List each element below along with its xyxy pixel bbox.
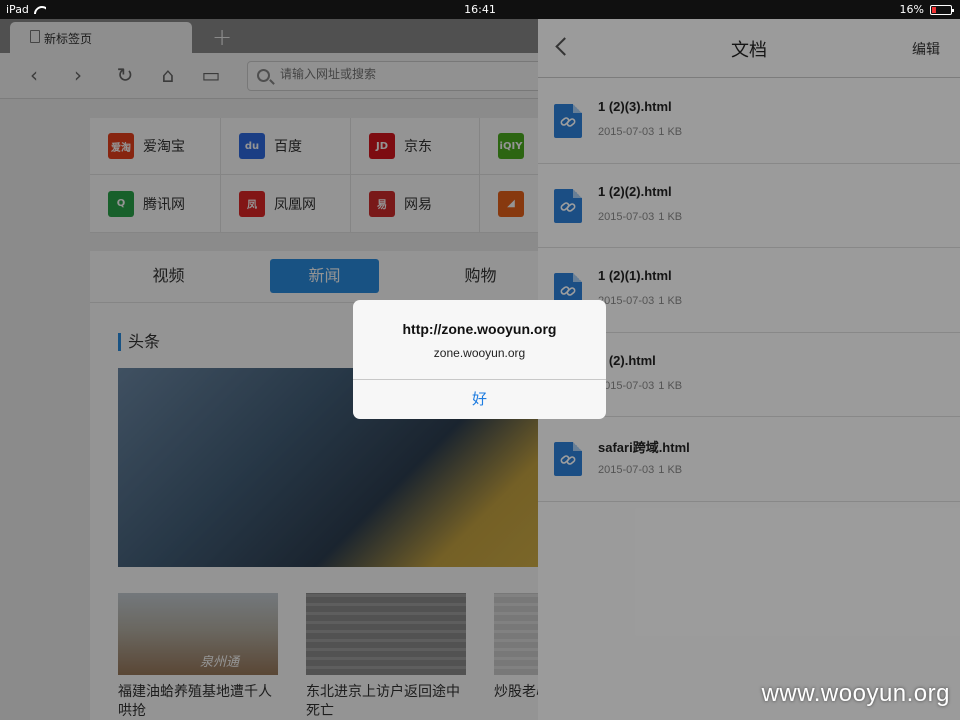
battery-icon [930, 4, 954, 15]
status-right: 16% [899, 3, 954, 16]
alert-dialog: http://zone.wooyun.org zone.wooyun.org 好 [353, 300, 606, 419]
alert-title: http://zone.wooyun.org [402, 321, 557, 337]
alert-ok-button[interactable]: 好 [353, 380, 606, 419]
status-bar: iPad 16:41 16% [0, 0, 960, 19]
alert-message: zone.wooyun.org [433, 346, 526, 360]
status-time: 16:41 [464, 3, 496, 16]
battery-percent: 16% [899, 3, 924, 16]
site-watermark: www.wooyun.org [761, 680, 950, 707]
